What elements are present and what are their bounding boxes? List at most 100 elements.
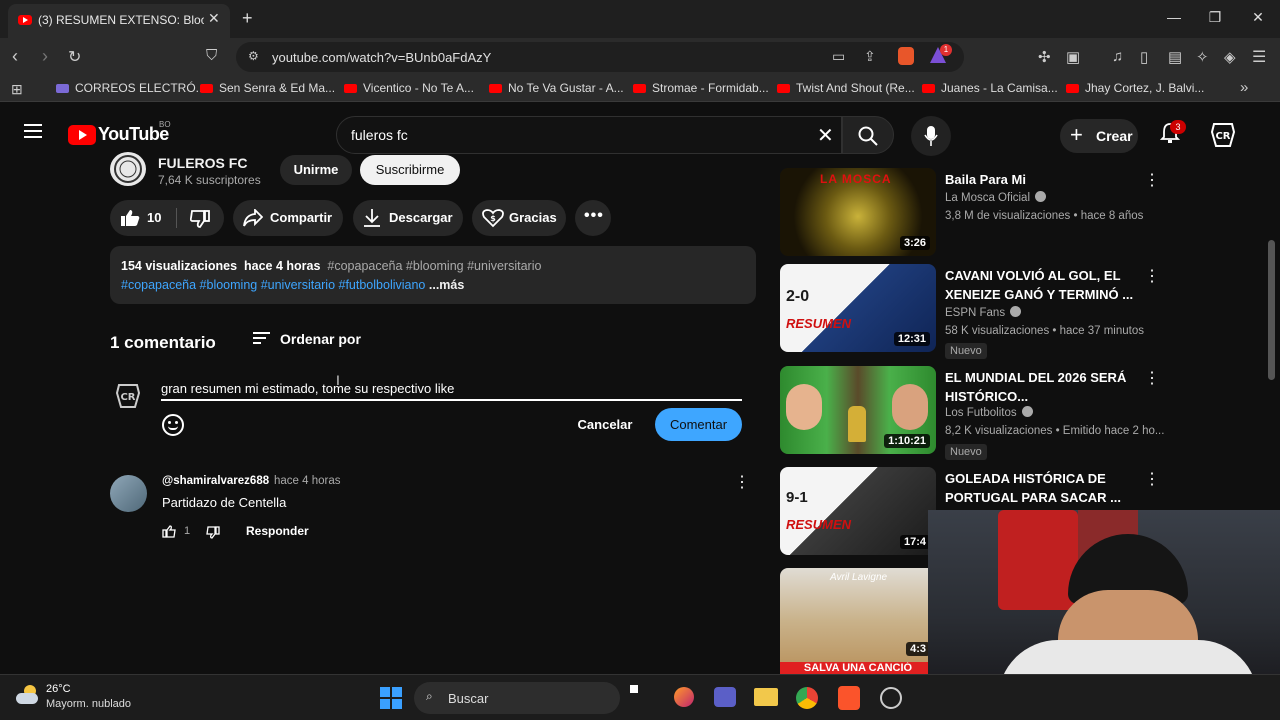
media-icon[interactable]: ♫ (1112, 48, 1123, 65)
video-thumbnail[interactable]: 2-0 RESUMEN 12:31 (780, 264, 936, 352)
weather-cloud-icon[interactable] (16, 685, 40, 705)
related-video[interactable]: 2-0 RESUMEN 12:31 CAVANI VOLVIÓ AL GOL, … (780, 264, 1160, 359)
more-horizontal-icon: ••• (584, 207, 604, 224)
minimize-icon[interactable]: — (1164, 9, 1184, 25)
bookmark-item[interactable]: Stromae - Formidab... (633, 81, 769, 95)
site-info-icon[interactable]: ⚙ (248, 49, 259, 63)
divider (176, 208, 177, 228)
video-thumbnail[interactable]: LA MOSCA 3:26 (780, 168, 936, 256)
comment-input[interactable] (161, 377, 742, 401)
bookmark-label: Sen Senra & Ed Ma... (219, 81, 336, 95)
taskbar-search[interactable]: ⌕ Buscar (414, 682, 620, 714)
video-thumbnail[interactable]: 9-1 RESUMEN 17:4 (780, 467, 936, 555)
chrome-icon[interactable] (796, 687, 818, 709)
youtube-icon (489, 84, 502, 93)
search-button[interactable] (842, 116, 894, 154)
wallet-icon[interactable]: ▤ (1168, 48, 1182, 66)
comment-menu-icon[interactable]: ⋮ (734, 472, 750, 492)
teams-icon[interactable] (714, 687, 736, 707)
apps-grid-icon[interactable]: ⊞ (11, 81, 23, 98)
browser-tab[interactable]: (3) RESUMEN EXTENSO: Bloomin ✕ (8, 4, 230, 38)
search-input[interactable]: fuleros fc ✕ (336, 116, 842, 154)
browser-menu-icon[interactable]: ☰ (1252, 47, 1266, 67)
verified-icon (1021, 406, 1033, 417)
hashtags-links[interactable]: #copapaceña #blooming #universitario #fu… (121, 278, 425, 292)
forward-icon[interactable]: › (42, 46, 48, 67)
brave-shield-icon[interactable] (898, 47, 914, 65)
firefox-icon[interactable] (674, 687, 694, 707)
comment-like-icon[interactable] (162, 525, 176, 538)
task-view-icon[interactable] (630, 685, 638, 693)
subscribe-button[interactable]: Suscribirme (360, 155, 460, 185)
cancel-comment-button[interactable]: Cancelar (566, 410, 644, 440)
share-button[interactable]: Compartir (233, 200, 343, 236)
video-menu-icon[interactable]: ⋮ (1144, 266, 1160, 286)
video-menu-icon[interactable]: ⋮ (1144, 368, 1160, 388)
bookmark-item[interactable]: CORREOS ELECTRÓ... (56, 81, 206, 95)
dislike-icon[interactable] (190, 210, 210, 228)
sidebar-icon[interactable]: ▯ (1140, 48, 1148, 66)
comment-like-count: 1 (184, 525, 191, 537)
brave-icon[interactable] (838, 686, 860, 710)
comment-dislike-icon[interactable] (206, 526, 220, 539)
share-icon[interactable]: ⇪ (864, 48, 876, 65)
weather-description[interactable]: Mayorm. nublado (46, 698, 131, 710)
description-box[interactable]: 154 visualizaciones hace 4 horas #copapa… (110, 246, 756, 304)
account-avatar-icon[interactable]: CR (1210, 122, 1236, 148)
browser-toolbar: ‹ › ↻ ⛉ ⚙ youtube.com/watch?v=BUnb0aFdAz… (0, 38, 1280, 76)
cast-icon[interactable]: ▭ (832, 48, 845, 65)
bookmark-item[interactable]: Juanes - La Camisa... (922, 81, 1058, 95)
video-thumbnail[interactable]: 1:10:21 (780, 366, 936, 454)
channel-avatar[interactable] (110, 152, 146, 186)
comment-time[interactable]: hace 4 horas (274, 475, 341, 487)
video-menu-icon[interactable]: ⋮ (1144, 469, 1160, 489)
weather-temperature[interactable]: 26°C (46, 683, 71, 695)
windows-start-icon[interactable] (380, 687, 402, 709)
new-tab-icon[interactable]: + (242, 8, 253, 29)
like-icon[interactable] (120, 209, 140, 227)
more-bookmarks-icon[interactable]: » (1240, 79, 1248, 96)
extensions-icon[interactable]: ✣ (1038, 48, 1051, 66)
page-scrollbar[interactable] (1268, 240, 1275, 380)
tab-close-icon[interactable]: ✕ (208, 10, 220, 27)
sort-by-button[interactable]: Ordenar por (280, 331, 361, 347)
leo-ai-icon[interactable]: ✧ (1196, 48, 1209, 66)
emoji-picker-icon[interactable] (162, 414, 184, 436)
steam-icon[interactable] (880, 687, 902, 709)
maximize-icon[interactable]: ❐ (1205, 9, 1225, 26)
channel-name[interactable]: FULEROS FC (158, 155, 247, 171)
comment-author[interactable]: @shamiralvarez688 (162, 475, 269, 487)
reply-button[interactable]: Responder (246, 524, 309, 538)
show-more-link[interactable]: ...más (429, 278, 464, 292)
screenshot-icon[interactable]: ▣ (1066, 48, 1080, 66)
related-video[interactable]: 1:10:21 EL MUNDIAL DEL 2026 SERÁ HISTÓRI… (780, 366, 1164, 460)
voice-search-button[interactable] (911, 116, 951, 156)
bookmark-item[interactable]: Twist And Shout (Re... (777, 81, 915, 95)
back-icon[interactable]: ‹ (12, 46, 18, 67)
clear-search-icon[interactable]: ✕ (817, 123, 834, 148)
hashtags-top[interactable]: #copapaceña #blooming #universitario (327, 259, 541, 273)
video-menu-icon[interactable]: ⋮ (1144, 170, 1160, 190)
more-actions-button[interactable]: ••• (575, 200, 611, 236)
address-bar[interactable]: ⚙ youtube.com/watch?v=BUnb0aFdAzY ▭ ⇪ 1 (236, 42, 964, 72)
youtube-logo-icon[interactable] (68, 125, 96, 145)
related-video[interactable]: LA MOSCA 3:26 Baila Para Mi La Mosca Ofi… (780, 168, 1160, 258)
sort-icon[interactable] (252, 331, 270, 345)
create-button[interactable]: + Crear (1060, 119, 1138, 153)
file-explorer-icon[interactable] (754, 688, 778, 706)
reload-icon[interactable]: ↻ (68, 47, 81, 67)
bookmark-item[interactable]: No Te Va Gustar - A... (489, 81, 624, 95)
download-button[interactable]: Descargar (353, 200, 463, 236)
thanks-button[interactable]: $ Gracias (472, 200, 566, 236)
video-thumbnail[interactable]: Avril Lavigne SALVA UNA CANCIÓ 4:3 (780, 568, 936, 674)
hamburger-menu-icon[interactable] (24, 124, 42, 138)
join-button[interactable]: Unirme (280, 155, 352, 185)
submit-comment-button[interactable]: Comentar (655, 408, 742, 441)
vpn-icon[interactable]: ◈ (1224, 48, 1236, 66)
close-window-icon[interactable]: ✕ (1248, 9, 1268, 26)
bookmark-item[interactable]: Vicentico - No Te A... (344, 81, 474, 95)
bookmark-item[interactable]: Jhay Cortez, J. Balvi... (1066, 81, 1204, 95)
commenter-avatar[interactable] (110, 475, 147, 512)
bookmark-item[interactable]: Sen Senra & Ed Ma... (200, 81, 335, 95)
bookmark-icon[interactable]: ⛉ (206, 47, 217, 64)
